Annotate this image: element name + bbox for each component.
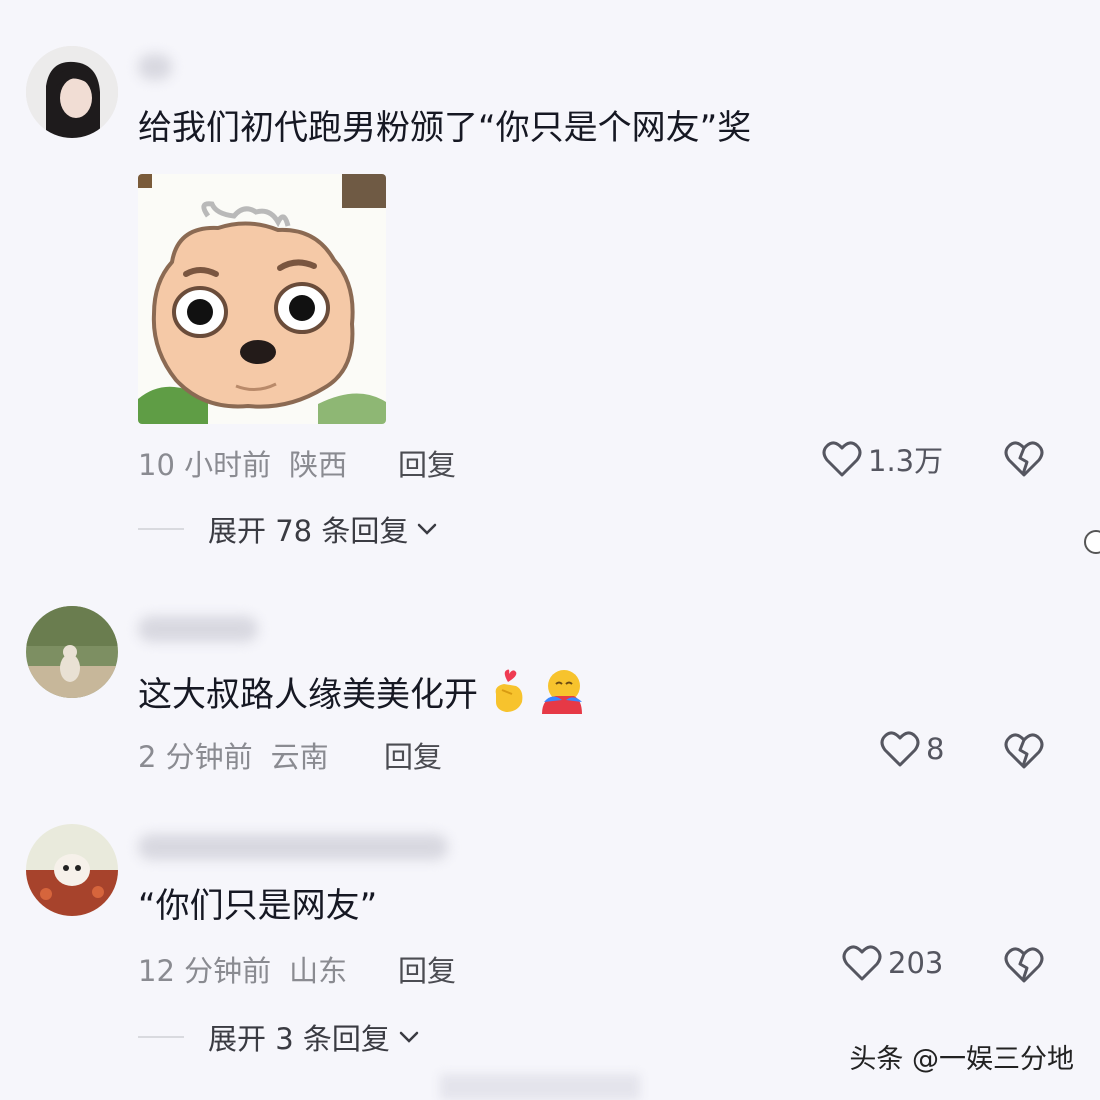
divider-line xyxy=(138,1036,184,1038)
like-count: 1.3万 xyxy=(868,444,944,478)
heart-outline-icon xyxy=(822,441,862,477)
comment-time: 12 分钟前 xyxy=(138,954,272,988)
comment-region: 陕西 xyxy=(289,448,348,482)
comment-text-content: 这大叔路人缘美美化开 xyxy=(138,675,478,715)
dislike-button[interactable] xyxy=(1004,440,1044,482)
heart-outline-icon xyxy=(880,731,920,767)
reply-button[interactable]: 回复 xyxy=(384,734,442,776)
broken-heart-icon xyxy=(1004,733,1044,769)
comment-time: 10 小时前 xyxy=(138,448,272,482)
comment-text: “你们只是网友” xyxy=(138,886,378,926)
like-button[interactable]: 8 xyxy=(880,730,944,768)
comment-region: 云南 xyxy=(270,740,329,774)
expand-replies-label: 展开 78 条回复 xyxy=(208,514,409,548)
chevron-down-icon xyxy=(418,523,437,535)
like-button[interactable]: 203 xyxy=(842,944,943,982)
username-blurred[interactable] xyxy=(138,834,448,860)
reply-button[interactable]: 回复 xyxy=(398,948,456,990)
like-button[interactable]: 1.3万 xyxy=(822,438,943,480)
avatar[interactable] xyxy=(26,824,118,916)
reply-button[interactable]: 回复 xyxy=(398,442,456,484)
comment-text: 给我们初代跑男粉颁了“你只是个网友”奖 xyxy=(138,108,752,148)
blurred-bottom-content xyxy=(440,1074,640,1100)
dislike-button[interactable] xyxy=(1004,946,1044,988)
comment-meta: 2 分钟前 云南 xyxy=(138,734,329,776)
expand-replies-button[interactable]: 展开 3 条回复 xyxy=(138,1016,420,1058)
avatar[interactable] xyxy=(26,606,118,698)
comment-time: 2 分钟前 xyxy=(138,740,253,774)
heart-outline-icon xyxy=(842,945,882,981)
avatar-image xyxy=(26,606,118,698)
avatar-image xyxy=(26,824,118,916)
hugging-face-emoji-icon xyxy=(538,668,586,725)
sheep-sticker-illustration xyxy=(138,174,386,424)
sticker-image[interactable] xyxy=(138,174,386,424)
comment-meta: 10 小时前 陕西 xyxy=(138,442,347,484)
comment-meta: 12 分钟前 山东 xyxy=(138,948,347,990)
broken-heart-icon xyxy=(1004,441,1044,477)
like-count: 203 xyxy=(888,946,944,980)
divider-line xyxy=(138,528,184,530)
watermark: 头条 @一娱三分地 xyxy=(849,1044,1074,1075)
broken-heart-icon xyxy=(1004,947,1044,983)
dislike-button[interactable] xyxy=(1004,732,1044,774)
avatar-image xyxy=(26,46,118,138)
expand-replies-button[interactable]: 展开 78 条回复 xyxy=(138,508,438,550)
chevron-down-icon xyxy=(399,1031,419,1043)
comment-region: 山东 xyxy=(289,954,348,988)
comment-text: 这大叔路人缘美美化开 xyxy=(138,668,586,725)
username-blurred[interactable] xyxy=(138,616,258,642)
avatar[interactable] xyxy=(26,46,118,138)
expand-replies-label: 展开 3 条回复 xyxy=(208,1022,390,1056)
comment-item: 给我们初代跑男粉颁了“你只是个网友”奖 10 小时前 陕西 回复 1.3万 展开… xyxy=(0,0,1100,580)
username-blurred[interactable] xyxy=(138,54,172,80)
finger-heart-emoji-icon xyxy=(488,668,528,725)
like-count: 8 xyxy=(926,732,945,766)
